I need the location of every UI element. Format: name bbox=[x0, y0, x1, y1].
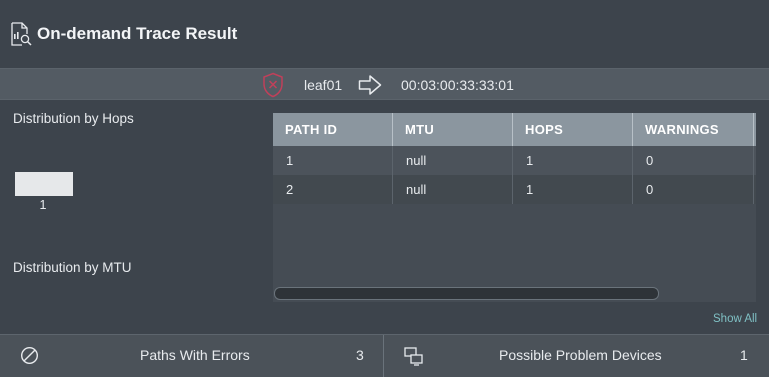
cell-hops: 1 bbox=[513, 175, 633, 204]
table-row[interactable]: 2 null 1 0 bbox=[273, 175, 756, 204]
cell-hops: 1 bbox=[513, 146, 633, 175]
cell-warnings: 0 bbox=[633, 146, 754, 175]
hops-bar[interactable] bbox=[15, 172, 73, 196]
distribution-panel: Distribution by Hops 1 Distribution by M… bbox=[0, 101, 268, 333]
column-header-mtu[interactable]: MTU bbox=[393, 113, 513, 146]
table-header-row: PATH ID MTU HOPS WARNINGS bbox=[273, 113, 756, 146]
show-all-link[interactable]: Show All bbox=[713, 313, 757, 325]
possible-problem-devices-label: Possible Problem Devices bbox=[499, 347, 662, 363]
horizontal-scrollbar[interactable] bbox=[274, 287, 659, 300]
cell-path-id: 1 bbox=[273, 146, 393, 175]
cell-path-id: 2 bbox=[273, 175, 393, 204]
devices-icon bbox=[404, 347, 423, 366]
table-row[interactable]: 1 null 1 0 bbox=[273, 146, 756, 175]
summary-footer: Paths With Errors 3 Possible Problem Dev… bbox=[0, 334, 769, 377]
cell-mtu: null bbox=[393, 146, 513, 175]
paths-table: PATH ID MTU HOPS WARNINGS 1 null 1 0 2 n… bbox=[273, 113, 756, 302]
distribution-by-hops-label: Distribution by Hops bbox=[13, 111, 134, 126]
column-header-hops[interactable]: HOPS bbox=[513, 113, 633, 146]
paths-with-errors-card[interactable]: Paths With Errors 3 bbox=[0, 335, 384, 377]
paths-with-errors-count: 3 bbox=[356, 347, 364, 363]
cell-mtu: null bbox=[393, 175, 513, 204]
trace-source: leaf01 bbox=[304, 77, 343, 93]
possible-problem-devices-count: 1 bbox=[740, 347, 748, 363]
cell-warnings: 0 bbox=[633, 175, 754, 204]
trace-summary-bar: leaf01 00:03:00:33:33:01 bbox=[0, 68, 769, 100]
arrow-right-icon bbox=[358, 75, 382, 95]
page-header: On-demand Trace Result bbox=[0, 0, 769, 68]
page-title: On-demand Trace Result bbox=[37, 24, 238, 43]
possible-problem-devices-card[interactable]: Possible Problem Devices 1 bbox=[384, 335, 769, 377]
ban-icon bbox=[20, 346, 39, 365]
hops-tick-label: 1 bbox=[39, 198, 47, 212]
column-header-path-id[interactable]: PATH ID bbox=[273, 113, 393, 146]
column-header-warnings[interactable]: WARNINGS bbox=[633, 113, 754, 146]
shield-x-icon bbox=[263, 72, 283, 98]
paths-with-errors-label: Paths With Errors bbox=[140, 347, 250, 363]
trace-destination: 00:03:00:33:33:01 bbox=[401, 77, 514, 93]
distribution-by-mtu-label: Distribution by MTU bbox=[13, 260, 132, 275]
document-search-icon bbox=[11, 22, 32, 46]
